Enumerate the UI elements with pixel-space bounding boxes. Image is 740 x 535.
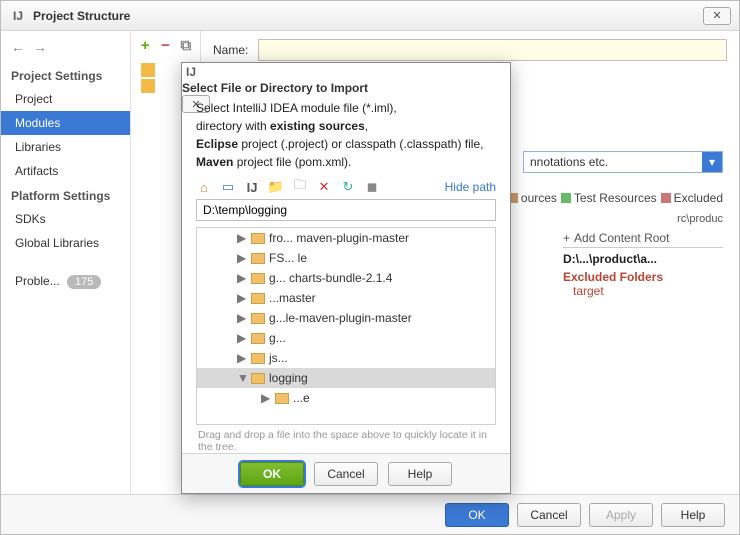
folder-icon [251,373,265,384]
help-button[interactable]: Help [661,503,725,527]
show-hidden-icon[interactable]: ◼ [364,179,380,195]
expand-arrow-icon[interactable]: ▶ [237,351,247,365]
copy-module-icon[interactable]: ⧉ [180,37,192,53]
source-folder-tabs: ources Test Resources Excluded [508,191,723,205]
source-path-fragment: rc\produc [677,213,723,225]
desktop-icon[interactable]: ▭ [220,179,236,195]
settings-sidebar: ← → Project Settings Project Modules Lib… [1,31,131,494]
expand-arrow-icon[interactable]: ▶ [237,311,247,325]
tree-row[interactable]: ▶ g...le-maven-plugin-master [197,308,495,328]
nav-forward-icon[interactable]: → [33,39,47,55]
remove-module-icon[interactable]: − [159,37,171,53]
name-label: Name: [213,43,248,57]
folder-icon [275,393,289,404]
main-footer: OK Cancel Apply Help [1,494,739,534]
tab-resources[interactable]: ources [508,191,557,205]
import-dialog: IJ Select File or Directory to Import ✕ … [181,62,511,494]
close-window-button[interactable]: ✕ [703,7,731,25]
tree-row-label: g... [269,331,286,345]
expand-arrow-icon[interactable]: ▶ [261,391,271,405]
folder-icon [251,233,265,244]
tree-row-label: g... charts-bundle-2.1.4 [269,271,392,285]
module-name-input[interactable] [258,39,727,61]
dialog-title: Select File or Directory to Import [182,81,368,95]
chevron-down-icon: ▾ [702,152,722,172]
window-title: Project Structure [33,9,130,23]
tree-row[interactable]: ▶ fro... maven-plugin-master [197,228,495,248]
apply-button[interactable]: Apply [589,503,653,527]
tree-row-label: FS... le [269,251,307,265]
language-level-dropdown[interactable]: nnotations etc. ▾ [523,151,723,173]
excluded-folder-value[interactable]: target [563,284,723,298]
add-module-icon[interactable]: + [139,37,151,53]
excluded-folders-label: Excluded Folders [563,270,723,284]
hide-path-link[interactable]: Hide path [445,180,496,194]
content-root-panel: +Add Content Root D:\...\product\a... Ex… [563,231,723,298]
sidebar-item-global-libraries[interactable]: Global Libraries [1,231,130,255]
dialog-instructions: Select IntelliJ IDEA module file (*.iml)… [196,99,496,171]
sidebar-item-modules[interactable]: Modules [1,111,130,135]
expand-arrow-icon[interactable]: ▼ [237,371,247,385]
tree-row-label: ...e [293,391,310,405]
sidebar-item-problems[interactable]: Proble... 175 [1,269,130,294]
nav-back-icon[interactable]: ← [11,39,25,55]
module-folder-icon[interactable]: 🗀 [292,179,308,195]
sidebar-item-libraries[interactable]: Libraries [1,135,130,159]
dialog-ok-button[interactable]: OK [240,462,304,486]
expand-arrow-icon[interactable]: ▶ [237,251,247,265]
expand-arrow-icon[interactable]: ▶ [237,271,247,285]
dialog-cancel-button[interactable]: Cancel [314,462,378,486]
dialog-help-button[interactable]: Help [388,462,452,486]
tree-row[interactable]: ▼ logging [197,368,495,388]
file-chooser-toolbar: ⌂ ▭ IJ 📁 🗀 ✕ ↻ ◼ Hide path [196,171,496,199]
path-input[interactable] [196,199,496,221]
home-icon[interactable]: ⌂ [196,179,212,195]
ok-button[interactable]: OK [445,503,509,527]
delete-icon[interactable]: ✕ [316,179,332,195]
project-settings-header: Project Settings [1,63,130,87]
tree-row[interactable]: ▶ g... [197,328,495,348]
tree-row[interactable]: ▶ FS... le [197,248,495,268]
content-root-path[interactable]: D:\...\product\a... [563,248,723,270]
tree-row-label: fro... maven-plugin-master [269,231,409,245]
tab-test-resources[interactable]: Test Resources [561,191,657,205]
expand-arrow-icon[interactable]: ▶ [237,331,247,345]
intellij-icon: IJ [9,7,27,25]
folder-icon [251,293,265,304]
expand-arrow-icon[interactable]: ▶ [237,231,247,245]
expand-arrow-icon[interactable]: ▶ [237,291,247,305]
folder-icon [251,253,265,264]
tree-row-label: js... [269,351,288,365]
tree-row-label: ...master [269,291,316,305]
module-item[interactable] [141,63,155,77]
project-icon[interactable]: IJ [244,179,260,195]
tree-row[interactable]: ▶ g... charts-bundle-2.1.4 [197,268,495,288]
sidebar-item-artifacts[interactable]: Artifacts [1,159,130,183]
sidebar-item-sdks[interactable]: SDKs [1,207,130,231]
problems-count-badge: 175 [67,275,101,289]
tree-row-label: g...le-maven-plugin-master [269,311,412,325]
module-item[interactable] [141,79,155,93]
tab-excluded[interactable]: Excluded [661,191,723,205]
dialog-footer: OK Cancel Help [182,453,510,493]
folder-icon [251,273,265,284]
main-titlebar: IJ Project Structure ✕ [1,1,739,31]
cancel-button[interactable]: Cancel [517,503,581,527]
file-tree[interactable]: ▶ fro... maven-plugin-master ▶ FS... le ▶ g..… [196,227,496,425]
intellij-icon: IJ [182,63,200,81]
new-folder-icon[interactable]: 📁 [268,179,284,195]
tree-row[interactable]: ▶ js... [197,348,495,368]
sidebar-item-project[interactable]: Project [1,87,130,111]
folder-icon [251,333,265,344]
refresh-icon[interactable]: ↻ [340,179,356,195]
folder-icon [251,353,265,364]
tree-row-label: logging [269,371,308,385]
platform-settings-header: Platform Settings [1,183,130,207]
folder-icon [251,313,265,324]
tree-row[interactable]: ▶ ...master [197,288,495,308]
tree-row[interactable]: ▶ ...e [197,388,495,408]
plus-icon[interactable]: + [563,231,570,245]
